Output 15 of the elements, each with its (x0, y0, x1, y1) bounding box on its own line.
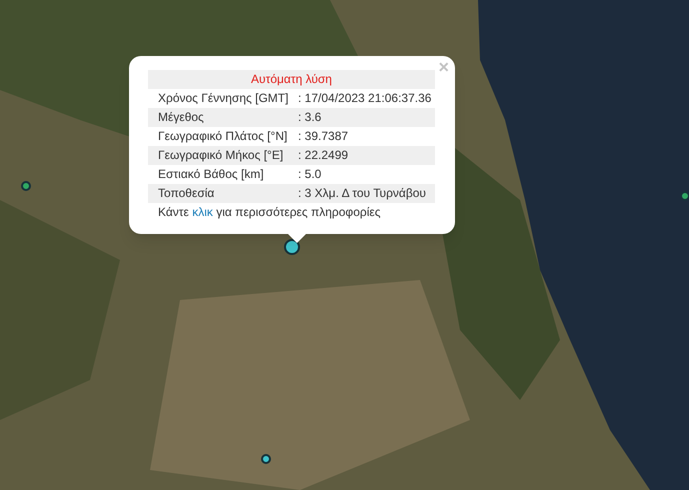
field-label: Μέγεθος (157, 109, 205, 126)
click-link[interactable]: κλικ (192, 205, 213, 219)
popup-title: Αυτόματη λύση (148, 70, 435, 89)
field-label: Εστιακό Βάθος [km] (157, 166, 265, 183)
field-value: : 22.2499 (298, 147, 348, 164)
field-label: Γεωγραφικό Μήκος [°E] (157, 147, 284, 164)
field-value: : 39.7387 (298, 128, 348, 145)
field-label: Τοποθεσία (157, 185, 216, 202)
field-label: Γεωγραφικό Πλάτος [°N] (157, 128, 288, 145)
field-value: : 5.0 (298, 166, 322, 183)
field-value: : 3 Χλμ. Δ του Τυρνάβου (298, 185, 426, 202)
more-info-text: Κάντε κλικ για περισσότερες πληροφορίες (157, 204, 382, 221)
field-value: : 3.6 (298, 109, 322, 126)
field-label: Χρόνος Γέννησης [GMT] (157, 90, 290, 107)
field-value: : 17/04/2023 21:06:37.36 (298, 90, 432, 107)
